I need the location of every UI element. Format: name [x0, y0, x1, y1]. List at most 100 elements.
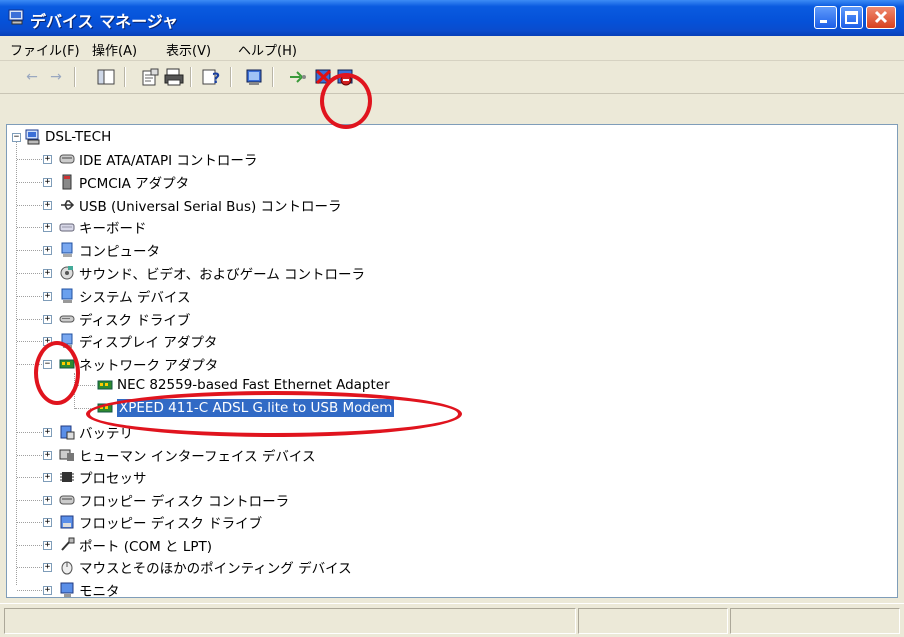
tree-category-item[interactable]: ヒューマン インターフェイス デバイス: [59, 444, 315, 466]
tree-category-item[interactable]: PCMCIA アダプタ: [59, 171, 189, 193]
close-icon: [874, 10, 888, 24]
tree-guide-line: [17, 159, 42, 160]
expander-toggle[interactable]: +: [43, 473, 52, 482]
mouse-icon: [61, 561, 73, 575]
tree-category-item[interactable]: コンピュータ: [59, 239, 160, 261]
tree-guide-line: [17, 318, 42, 320]
device-tree[interactable]: − DSL-TECH + IDE ATA/ATAPI コントローラ + PCMCIA …: [6, 124, 898, 598]
tree-category-item[interactable]: モニタ: [59, 579, 120, 597]
svg-text:?: ?: [212, 71, 220, 86]
menu-bar: ファイル(F) 操作(A) 表示(V) ヘルプ(H): [0, 36, 904, 61]
status-bar: [0, 603, 904, 637]
expander-toggle[interactable]: +: [43, 428, 52, 437]
back-arrow-icon[interactable]: ←: [22, 68, 42, 86]
toolbar: ← → ?: [0, 61, 904, 94]
tree-category-item[interactable]: ポート (COM と LPT): [59, 534, 212, 556]
ide-controller-icon: [59, 154, 75, 164]
close-button[interactable]: [866, 6, 896, 29]
usb-icon: [61, 199, 75, 210]
tree-item-label: NEC 82559-based Fast Ethernet Adapter: [117, 377, 390, 393]
network-card-icon: [97, 403, 113, 413]
tree-category-item[interactable]: USB (Universal Serial Bus) コントローラ: [59, 194, 342, 216]
tree-category-item[interactable]: IDE ATA/ATAPI コントローラ: [59, 148, 257, 170]
expander-toggle[interactable]: +: [43, 518, 52, 527]
minimize-button[interactable]: [814, 6, 837, 29]
uninstall-icon[interactable]: [314, 68, 334, 86]
tree-category-item[interactable]: フロッピー ディスク コントローラ: [59, 489, 289, 511]
tree-item-label: ディスク ドライブ: [79, 312, 191, 329]
tree-item-label: XPEED 411-C ADSL G.lite to USB Modem: [117, 399, 395, 417]
expander-toggle[interactable]: +: [43, 540, 52, 550]
menu-help[interactable]: ヘルプ(H): [238, 40, 297, 59]
expander-toggle[interactable]: +: [43, 200, 52, 210]
tree-device-item[interactable]: NEC 82559-based Fast Ethernet Adapter: [97, 374, 390, 396]
minimize-icon: [820, 20, 827, 23]
print-icon[interactable]: [164, 68, 184, 86]
expander-toggle[interactable]: +: [43, 246, 52, 256]
expander-toggle[interactable]: +: [43, 291, 52, 301]
network-card-icon: [97, 380, 113, 390]
expander-toggle[interactable]: −: [43, 360, 52, 370]
tree-guide-line: [17, 295, 42, 297]
tree-category-item[interactable]: フロッピー ディスク ドライブ: [59, 511, 262, 533]
menu-file[interactable]: ファイル(F): [10, 40, 80, 59]
tree-item-label: フロッピー ディスク ドライブ: [79, 516, 263, 532]
show-hide-console-tree-icon[interactable]: [96, 68, 116, 86]
tree-category-item[interactable]: サウンド、ビデオ、およびゲーム コントローラ: [59, 262, 365, 284]
tree-item-label: USB (Universal Serial Bus) コントローラ: [79, 198, 342, 215]
tree-category-item[interactable]: ディスプレイ アダプタ: [59, 330, 217, 352]
update-driver-icon[interactable]: [288, 68, 308, 86]
hid-icon: [59, 449, 74, 461]
tree-item-label: ネットワーク アダプタ: [79, 358, 219, 375]
tree-guide-line: [17, 273, 42, 274]
tree-item-label: IDE ATA/ATAPI コントローラ: [79, 153, 258, 169]
tree-category-item[interactable]: プロセッサ: [59, 466, 147, 488]
maximize-icon: [845, 11, 858, 24]
tree-item-label: ディスプレイ アダプタ: [79, 335, 218, 352]
tree-category-item[interactable]: ネットワーク アダプタ: [59, 353, 218, 375]
expander-toggle[interactable]: +: [43, 450, 52, 460]
menu-action[interactable]: 操作(A): [92, 40, 137, 59]
display-adapter-icon: [61, 333, 73, 349]
computer-icon: [61, 242, 73, 258]
help-icon[interactable]: ?: [202, 68, 222, 86]
expander-toggle[interactable]: +: [43, 585, 52, 595]
tree-category-item[interactable]: キーボード: [59, 216, 147, 238]
properties-icon[interactable]: [140, 68, 160, 86]
disable-icon[interactable]: [336, 68, 356, 86]
expander-toggle[interactable]: +: [43, 563, 52, 572]
toolbar-separator: [74, 67, 76, 87]
forward-arrow-icon[interactable]: →: [46, 68, 66, 86]
tree-root-item[interactable]: DSL-TECH: [25, 126, 111, 148]
expander-toggle[interactable]: +: [43, 314, 52, 324]
expander-toggle[interactable]: +: [43, 177, 52, 187]
expander-toggle[interactable]: +: [43, 269, 52, 278]
tree-category-item[interactable]: ディスク ドライブ: [59, 308, 190, 330]
tree-guide-line: [17, 341, 42, 343]
tree-item-label: システム デバイス: [79, 289, 191, 306]
tree-item-label: コンピュータ: [79, 244, 160, 261]
port-icon: [61, 537, 75, 551]
tree-category-item[interactable]: システム デバイス: [59, 285, 190, 307]
title-bar[interactable]: デバイス マネージャ: [0, 0, 904, 36]
expander-toggle[interactable]: +: [43, 337, 52, 347]
tree-guide-line: [17, 499, 42, 501]
status-cell-main: [4, 608, 576, 634]
tree-device-item-selected[interactable]: XPEED 411-C ADSL G.lite to USB Modem: [97, 397, 395, 419]
scan-hardware-icon[interactable]: [244, 68, 264, 86]
menu-view[interactable]: 表示(V): [166, 40, 211, 59]
tree-guide-line: [17, 181, 42, 183]
expander-toggle[interactable]: +: [43, 155, 52, 164]
expander-root[interactable]: −: [12, 133, 21, 142]
maximize-button[interactable]: [840, 6, 863, 29]
device-manager-window: デバイス マネージャ ファイル(F) 操作(A) 表示(V) ヘルプ(H) ← …: [0, 0, 904, 637]
tree-guide-line: [74, 373, 75, 409]
sound-icon: [60, 266, 74, 280]
toolbar-separator: [124, 67, 126, 87]
tree-guide-line: [17, 567, 42, 568]
tree-category-item[interactable]: マウスとそのほかのポインティング デバイス: [59, 556, 352, 578]
expander-toggle[interactable]: +: [43, 223, 52, 233]
tree-guide-line: [17, 544, 42, 546]
expander-toggle[interactable]: +: [43, 495, 52, 505]
tree-category-item[interactable]: バッテリ: [59, 421, 133, 443]
